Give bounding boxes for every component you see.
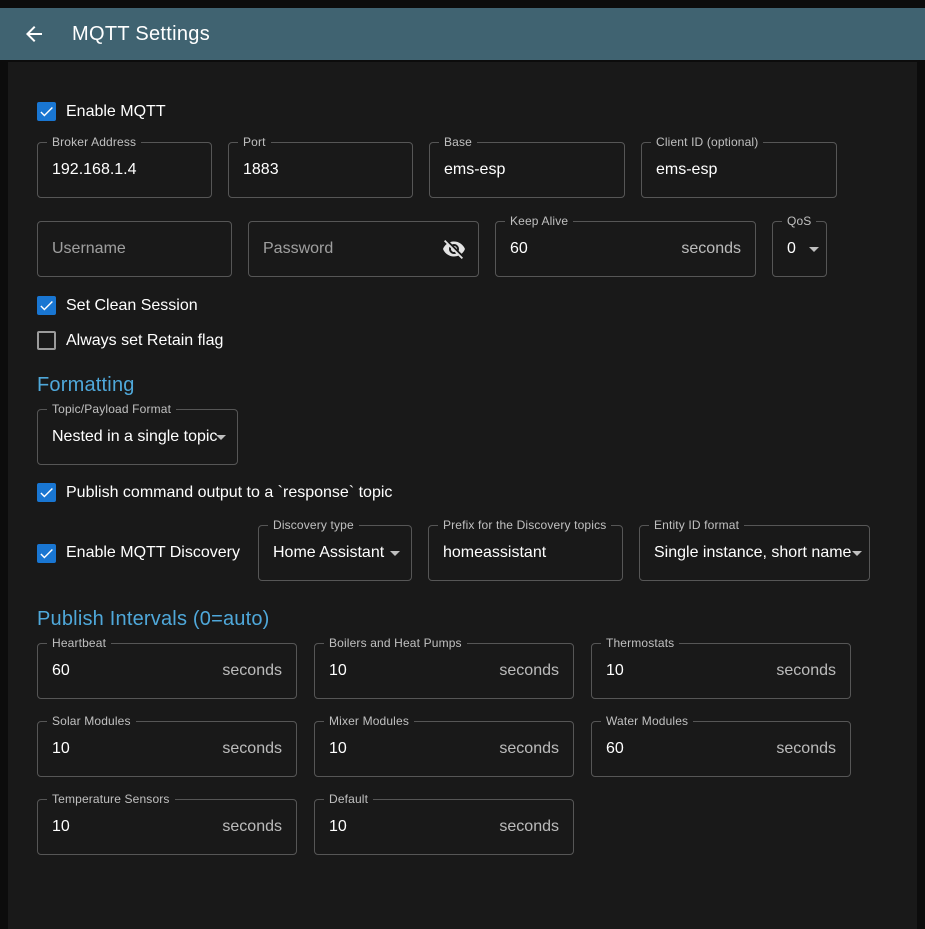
enable-discovery-label: Enable MQTT Discovery — [66, 544, 240, 562]
dropdown-caret-icon — [802, 237, 826, 261]
topic-payload-format-value: Nested in a single topic — [38, 428, 217, 446]
discovery-type-select[interactable]: Discovery type Home Assistant — [258, 525, 412, 581]
water-modules-input[interactable] — [592, 722, 776, 776]
seconds-adornment: seconds — [222, 740, 296, 758]
mixer-modules-input[interactable] — [315, 722, 499, 776]
water-modules-label: Water Modules — [601, 714, 693, 728]
temperature-sensors-label: Temperature Sensors — [47, 792, 175, 806]
seconds-adornment: seconds — [499, 662, 573, 680]
qos-select[interactable]: QoS 0 — [772, 221, 827, 277]
publish-response-checkbox[interactable]: Publish command output to a `response` t… — [37, 483, 392, 502]
settings-panel: Enable MQTT Broker Address Port Base Cli… — [8, 62, 917, 929]
base-field: Base — [429, 142, 625, 198]
page-title: MQTT Settings — [72, 23, 210, 46]
password-field — [248, 221, 479, 277]
seconds-adornment: seconds — [499, 818, 573, 836]
set-clean-session-label: Set Clean Session — [66, 297, 198, 315]
seconds-adornment: seconds — [776, 740, 850, 758]
publish-intervals-grid: Heartbeat seconds Boilers and Heat Pumps… — [37, 643, 888, 855]
mixer-modules-field: Mixer Modules seconds — [314, 721, 574, 777]
password-input[interactable] — [249, 222, 434, 276]
thermostats-input[interactable] — [592, 644, 776, 698]
heartbeat-input[interactable] — [38, 644, 222, 698]
enable-mqtt-checkbox[interactable]: Enable MQTT — [37, 102, 166, 121]
checkbox-checked-icon — [37, 483, 56, 502]
solar-modules-field: Solar Modules seconds — [37, 721, 297, 777]
water-modules-field: Water Modules seconds — [591, 721, 851, 777]
broker-row: Broker Address Port Base Client ID (opti… — [37, 142, 888, 198]
entity-id-format-label: Entity ID format — [649, 518, 744, 532]
enable-mqtt-label: Enable MQTT — [66, 103, 166, 121]
solar-modules-input[interactable] — [38, 722, 222, 776]
keep-alive-field: Keep Alive seconds — [495, 221, 756, 277]
checkbox-checked-icon — [37, 296, 56, 315]
discovery-prefix-label: Prefix for the Discovery topics — [438, 518, 611, 532]
username-field — [37, 221, 232, 277]
thermostats-field: Thermostats seconds — [591, 643, 851, 699]
keep-alive-label: Keep Alive — [505, 214, 573, 228]
discovery-type-value: Home Assistant — [259, 544, 384, 562]
temperature-sensors-field: Temperature Sensors seconds — [37, 799, 297, 855]
publish-response-label: Publish command output to a `response` t… — [66, 484, 392, 502]
boilers-heat-pumps-label: Boilers and Heat Pumps — [324, 636, 467, 650]
enable-discovery-checkbox[interactable]: Enable MQTT Discovery — [37, 544, 242, 563]
heartbeat-label: Heartbeat — [47, 636, 111, 650]
entity-id-format-select[interactable]: Entity ID format Single instance, short … — [639, 525, 870, 581]
default-interval-field: Default seconds — [314, 799, 574, 855]
publish-intervals-heading: Publish Intervals (0=auto) — [37, 608, 888, 631]
retain-flag-label: Always set Retain flag — [66, 332, 223, 350]
port-label: Port — [238, 135, 271, 149]
client-id-input[interactable] — [642, 143, 836, 197]
username-input[interactable] — [38, 222, 231, 276]
broker-address-field: Broker Address — [37, 142, 212, 198]
default-interval-label: Default — [324, 792, 373, 806]
checkbox-unchecked-icon — [37, 331, 56, 350]
broker-address-label: Broker Address — [47, 135, 141, 149]
boilers-heat-pumps-field: Boilers and Heat Pumps seconds — [314, 643, 574, 699]
client-id-label: Client ID (optional) — [651, 135, 763, 149]
heartbeat-field: Heartbeat seconds — [37, 643, 297, 699]
port-input[interactable] — [229, 143, 412, 197]
toggle-password-visibility-button[interactable] — [434, 229, 474, 269]
port-field: Port — [228, 142, 413, 198]
discovery-type-label: Discovery type — [268, 518, 359, 532]
keep-alive-input[interactable] — [496, 222, 681, 276]
back-button[interactable] — [14, 14, 54, 54]
base-input[interactable] — [430, 143, 624, 197]
retain-flag-checkbox[interactable]: Always set Retain flag — [37, 331, 223, 350]
credentials-row: Keep Alive seconds QoS 0 — [37, 221, 888, 277]
base-label: Base — [439, 135, 477, 149]
discovery-prefix-field: Prefix for the Discovery topics — [428, 525, 623, 581]
seconds-adornment: seconds — [222, 662, 296, 680]
checkbox-checked-icon — [37, 102, 56, 121]
topic-format-row: Topic/Payload Format Nested in a single … — [37, 409, 888, 465]
app-bar: MQTT Settings — [0, 8, 925, 60]
qos-label: QoS — [782, 214, 816, 228]
topic-payload-format-label: Topic/Payload Format — [47, 402, 176, 416]
solar-modules-label: Solar Modules — [47, 714, 136, 728]
broker-address-input[interactable] — [38, 143, 211, 197]
checkbox-checked-icon — [37, 544, 56, 563]
set-clean-session-checkbox[interactable]: Set Clean Session — [37, 296, 198, 315]
seconds-adornment: seconds — [776, 662, 850, 680]
formatting-heading: Formatting — [37, 374, 888, 397]
topic-payload-format-select[interactable]: Topic/Payload Format Nested in a single … — [37, 409, 238, 465]
thermostats-label: Thermostats — [601, 636, 679, 650]
discovery-prefix-input[interactable] — [429, 526, 622, 580]
visibility-off-icon — [442, 237, 466, 261]
discovery-row: Enable MQTT Discovery Discovery type Hom… — [37, 525, 888, 581]
dropdown-caret-icon — [383, 541, 407, 565]
default-interval-input[interactable] — [315, 800, 499, 854]
arrow-back-icon — [22, 22, 46, 46]
boilers-heat-pumps-input[interactable] — [315, 644, 499, 698]
mixer-modules-label: Mixer Modules — [324, 714, 414, 728]
seconds-adornment: seconds — [499, 740, 573, 758]
keep-alive-adornment: seconds — [681, 240, 755, 258]
seconds-adornment: seconds — [222, 818, 296, 836]
qos-value: 0 — [773, 240, 796, 258]
client-id-field: Client ID (optional) — [641, 142, 837, 198]
temperature-sensors-input[interactable] — [38, 800, 222, 854]
entity-id-format-value: Single instance, short name — [640, 544, 851, 562]
